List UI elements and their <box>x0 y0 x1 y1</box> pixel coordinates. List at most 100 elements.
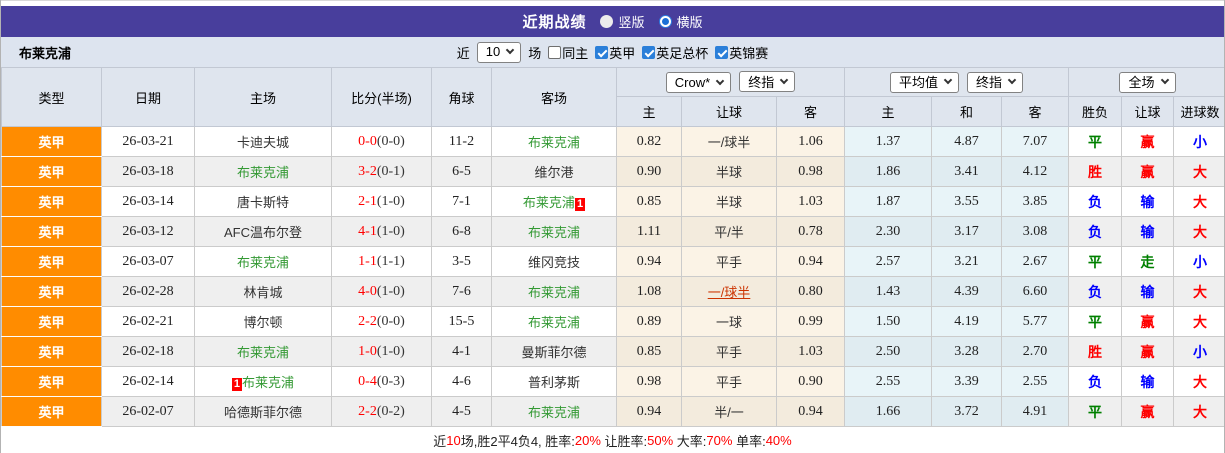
match-row: 英甲 26-02-14 1 布莱克浦 0-4(0-3) 4-6 普利茅斯 0.98 平手 0.90… <box>1 366 1224 397</box>
result-handicap: 输 <box>1121 186 1174 217</box>
checkbox-icon <box>548 45 562 59</box>
bookmaker-select[interactable]: Crow* <box>665 72 732 93</box>
home-team-cell: 博尔顿 <box>194 306 332 337</box>
team-name: AFC温布尔登 <box>224 225 302 240</box>
summary-segment: 20% <box>574 432 601 448</box>
corners-cell: 6-8 <box>431 216 492 247</box>
checkbox-checked-icon <box>595 45 609 59</box>
team-name-text: 布莱克浦 <box>236 165 289 180</box>
match-row: 英甲 26-02-07 哈德斯菲尔德 2-2(0-2) 4-5 布莱克浦 0.94 半/一 0.… <box>1 396 1224 427</box>
checkbox-label: 英锦赛 <box>729 45 769 61</box>
result-goals: 大 <box>1173 306 1224 337</box>
average-stage-select[interactable]: 终指 <box>967 71 1024 93</box>
result-outcome: 平 <box>1068 126 1122 157</box>
league-badge: 英甲 <box>1 216 102 247</box>
result-goals: 大 <box>1173 396 1224 427</box>
bookmaker-select-value: Crow* <box>674 74 711 90</box>
team-name: 布莱克浦 <box>237 255 289 270</box>
team-name: 布莱克浦 1 <box>523 195 586 211</box>
match-row: 英甲 26-03-14 唐卡斯特 2-1(1-0) 7-1 布莱克浦 1 0.85 半球 1.03… <box>1 186 1224 217</box>
result-outcome: 平 <box>1068 396 1122 427</box>
subcol-avg-draw: 和 <box>931 96 1002 127</box>
title-bar: 近期战绩 竖版 横版 <box>1 6 1224 37</box>
bookmaker-odds-group-header: Crow* 终指 <box>616 67 845 97</box>
filter-checkbox-same-home[interactable]: 同主 <box>548 43 588 62</box>
crow-handicap: 一/球半 <box>681 126 777 157</box>
team-name-text: 布莱克浦 <box>236 255 289 270</box>
crow-home-odds: 0.94 <box>616 246 682 277</box>
crow-away-odds: 0.99 <box>776 306 845 337</box>
crow-home-odds: 1.11 <box>616 216 682 247</box>
match-date: 26-03-18 <box>101 156 195 187</box>
full-time-score: 4-1 <box>358 223 377 239</box>
col-header-away: 客场 <box>491 67 617 127</box>
chevron-down-icon <box>1007 75 1017 85</box>
chevron-down-icon <box>505 45 515 55</box>
team-name-text: 布莱克浦 <box>527 135 580 150</box>
crow-home-odds: 0.85 <box>616 336 682 367</box>
filter-checkbox-efl-trophy[interactable]: 英锦赛 <box>715 43 768 62</box>
result-goals: 大 <box>1173 156 1224 187</box>
match-row: 英甲 26-03-12 AFC温布尔登 4-1(1-0) 6-8 布莱克浦 1.11 平/半 0… <box>1 216 1224 247</box>
league-badge: 英甲 <box>1 306 102 337</box>
avg-home-odds: 2.57 <box>844 246 932 277</box>
layout-vertical-radio[interactable]: 竖版 <box>600 12 645 31</box>
team-name-text: 林肯城 <box>243 285 283 300</box>
crow-away-odds: 0.78 <box>776 216 845 247</box>
subcol-crow-handicap: 让球 <box>681 96 777 127</box>
filter-checkbox-league-one[interactable]: 英甲 <box>595 43 635 62</box>
result-outcome: 负 <box>1068 276 1122 307</box>
corners-cell: 7-6 <box>431 276 492 307</box>
match-row: 英甲 26-02-21 博尔顿 2-2(0-0) 15-5 布莱克浦 0.89 一球 0.99 1… <box>1 306 1224 337</box>
radio-horizontal-label: 横版 <box>676 15 703 30</box>
match-date: 26-02-18 <box>101 336 195 367</box>
full-time-score: 4-0 <box>358 283 377 299</box>
full-match-select[interactable]: 全场 <box>1119 71 1176 93</box>
results-tbody: 英甲 26-03-21 卡迪夫城 0-0(0-0) 11-2 布莱克浦 0.82 一/球半 1.… <box>1 126 1224 427</box>
team-name-text: 维冈竞技 <box>527 255 580 270</box>
avg-away-odds: 2.70 <box>1001 336 1069 367</box>
average-select[interactable]: 平均值 <box>889 71 959 93</box>
crow-stage-select[interactable]: 终指 <box>739 71 796 92</box>
score-cell: 2-2(0-0) <box>331 306 432 337</box>
filter-checkbox-fa-cup[interactable]: 英足总杯 <box>642 43 708 62</box>
crow-home-odds: 0.85 <box>616 186 682 217</box>
half-time-score: (0-2) <box>376 403 405 419</box>
crow-handicap: 平/半 <box>681 216 777 247</box>
checkbox-checked-icon <box>715 45 729 59</box>
subcol-result-goals: 进球数 <box>1173 96 1224 127</box>
away-team-cell: 布莱克浦 <box>491 126 617 157</box>
full-time-score: 1-1 <box>358 253 377 269</box>
score-cell: 0-0(0-0) <box>331 126 432 157</box>
league-badge: 英甲 <box>1 126 102 157</box>
half-time-score: (1-0) <box>376 343 405 359</box>
team-name: 曼斯菲尔德 <box>521 345 586 360</box>
home-team-cell: 布莱克浦 <box>194 336 332 367</box>
live-count-badge: 1 <box>574 198 586 211</box>
league-badge: 英甲 <box>1 276 102 307</box>
away-team-cell: 布莱克浦 <box>491 396 617 427</box>
full-time-score: 0-0 <box>358 133 377 149</box>
corners-cell: 3-5 <box>431 246 492 277</box>
full-time-score: 2-2 <box>358 313 377 329</box>
avg-draw-odds: 3.41 <box>931 156 1002 187</box>
avg-home-odds: 1.43 <box>844 276 932 307</box>
result-handicap: 输 <box>1121 216 1174 247</box>
team-name-text: 布莱克浦 <box>527 285 580 300</box>
result-outcome: 平 <box>1068 306 1122 337</box>
chevron-down-icon <box>943 75 953 85</box>
team-name-text: 维尔港 <box>534 165 574 180</box>
subcol-result-outcome: 胜负 <box>1068 96 1122 127</box>
half-time-score: (0-1) <box>376 163 405 179</box>
result-handicap: 赢 <box>1121 156 1174 187</box>
result-goals: 小 <box>1173 126 1224 157</box>
score-cell: 2-2(0-2) <box>331 396 432 427</box>
crow-handicap[interactable]: 一/球半 <box>681 276 777 307</box>
live-count-badge: 1 <box>231 378 243 391</box>
layout-horizontal-radio[interactable]: 横版 <box>658 12 703 31</box>
rounds-select[interactable]: 10 <box>476 41 522 63</box>
average-stage-select-value: 终指 <box>976 75 1003 90</box>
team-name: 唐卡斯特 <box>237 195 289 210</box>
full-match-group-header: 全场 <box>1068 67 1224 97</box>
crow-away-odds: 0.98 <box>776 156 845 187</box>
